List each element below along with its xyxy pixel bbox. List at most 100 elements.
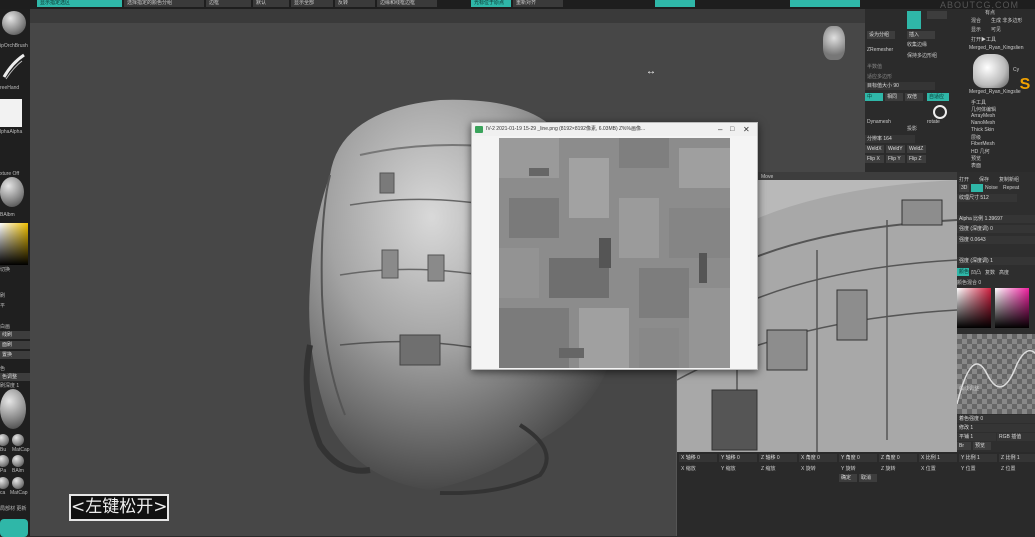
open-button[interactable]: 打开 [959,176,969,183]
menu-item[interactable]: 边缘和线框边框 [377,0,437,7]
chan-row[interactable]: 平铺 1 [957,433,996,441]
tool-menu-item[interactable]: NanoMesh [971,120,995,126]
menu-item[interactable]: 重新对齐 [513,0,563,7]
same-button[interactable]: 相同 [885,93,903,101]
transform-slider[interactable]: X 轴移 0 [679,454,717,462]
shelf-item[interactable]: 白画 [0,323,10,330]
insert-button[interactable]: 插入 [907,31,935,39]
zremesher-button[interactable]: ZRemesher [867,47,893,53]
tool-open-label[interactable]: 打开▶工具 [971,36,996,43]
tool-menu-item[interactable]: 几何体编辑 [971,106,996,113]
weld-x-button[interactable]: WeldX [865,145,884,153]
maximize-icon[interactable]: □ [730,123,734,136]
color-picker-2[interactable] [957,288,991,328]
resolution-slider[interactable]: 分辨率 164 [865,135,915,143]
matcap-sphere[interactable] [12,434,24,446]
tab-noise[interactable]: Noise [985,185,998,191]
menu-item[interactable] [655,0,695,7]
group-button[interactable]: 设为分组 [867,31,895,39]
menu-item[interactable]: 默认 [253,0,289,7]
shelf-item[interactable]: 置换 [0,351,30,359]
matcap-sphere[interactable] [12,455,24,467]
tool-menu-item[interactable]: 表面 [971,162,981,169]
menu-item[interactable] [790,0,860,7]
color-tab[interactable]: 颜色 [957,268,969,276]
transform-slider[interactable]: Z 轴移 0 [759,454,797,462]
target-slider[interactable]: 目标值大小 90 [865,82,935,90]
material-preview[interactable] [0,389,26,429]
alpha-thumbnail[interactable] [0,99,22,127]
menu-item[interactable]: 显示指定选区 [37,0,122,7]
project-button[interactable]: 投影 [907,125,917,132]
menu-item[interactable]: 光标位于原点 [471,0,511,7]
tool-menu-item[interactable]: 层级 [971,134,981,141]
weld-y-button[interactable]: WeldY [886,145,905,153]
double-button[interactable]: 双倍 [905,93,923,101]
matcap-sphere[interactable] [0,455,9,467]
alpha-scale-slider[interactable]: Alpha 比例 1.39697 [957,215,1035,223]
stroke-icon[interactable] [2,53,26,81]
shelf-item[interactable]: 色 [0,365,5,372]
matcap-sphere[interactable] [0,434,9,446]
ok-button[interactable]: 确定 [839,474,857,482]
transform-slider[interactable]: X 角度 0 [799,454,837,462]
shelf-item[interactable]: 线刷 [0,331,30,339]
tile-size-slider[interactable]: 纹理尺寸 512 [957,194,1017,202]
matcap-sphere[interactable] [0,477,9,489]
color-picker-3[interactable] [995,288,1029,328]
collect-edges-button[interactable]: 收集边缘 [907,41,927,48]
color-swatch[interactable] [0,519,28,537]
skull-icon[interactable] [823,26,845,60]
adaptive-button[interactable]: 自适应 [927,93,949,101]
transform-slider[interactable]: Y 比例 1 [959,454,997,462]
cancel-button[interactable]: 取消 [859,474,877,482]
minimize-icon[interactable]: – [718,123,722,136]
brush-thumbnail[interactable] [2,11,26,35]
shelf-item[interactable]: 面刷 [0,341,30,349]
close-icon[interactable]: ✕ [743,123,750,136]
shelf-item[interactable]: 色调整 [0,373,30,381]
rotate-icon[interactable] [933,105,947,119]
multi-tab[interactable]: 复数 [985,269,995,276]
chan-row[interactable]: 修改 1 [957,424,1035,432]
header-label[interactable]: 混合 [971,17,981,24]
chan-row[interactable]: Br [957,442,971,450]
tool-thumbnail[interactable] [973,54,1009,88]
transform-slider[interactable]: Z 角度 0 [879,454,917,462]
bump-tab[interactable]: 凹凸 [971,269,981,276]
transform-slider[interactable]: X 比例 1 [919,454,957,462]
shelf-item[interactable]: 刷 [0,292,5,299]
tool-menu-item[interactable]: FiberMesh [971,141,995,147]
flip-y-button[interactable]: Flip Y [886,155,905,163]
tab-intensity[interactable] [971,184,983,192]
save-button[interactable]: 保存 [979,176,989,183]
viewer-titlebar[interactable]: IV-2 2021-01-19 15-29 _line.png (8192×81… [472,123,757,136]
menu-item[interactable]: 边框 [206,0,251,7]
transform-slider[interactable]: Y 角度 0 [839,454,877,462]
chan-row[interactable]: 着色强度 0 [957,415,1035,423]
tool-menu-item[interactable]: 预览 [971,155,981,162]
transform-slider[interactable]: Y 轴移 0 [719,454,757,462]
color-picker[interactable] [0,223,28,265]
tool-menu-item[interactable]: ArrayMesh [971,113,995,119]
menu-item[interactable]: 选择指定的颜色分组 [124,0,204,7]
curve-editor[interactable] [956,334,1035,414]
flip-z-button[interactable]: Flip Z [907,155,926,163]
header-label[interactable]: 生成 非多边形 [991,17,1022,24]
weld-z-button[interactable]: WeldZ [907,145,926,153]
height-tab[interactable]: 高度 [999,269,1009,276]
menu-item[interactable]: 反转 [335,0,375,7]
header-label[interactable]: 显示 [971,26,981,33]
tool-menu-item[interactable]: 手工具 [971,99,986,106]
tool-button[interactable] [907,11,921,29]
tab-repeat[interactable]: Repeat [1003,185,1019,191]
flip-x-button[interactable]: Flip X [865,155,884,163]
chan-row[interactable]: RGB 插值 [997,433,1035,441]
strength-slider[interactable]: 强度 0.0643 [957,236,1035,244]
shelf-item[interactable]: 平 [0,302,5,309]
tool-button[interactable] [927,11,947,19]
matcap-sphere[interactable] [12,477,24,489]
chan-row[interactable]: 预览 [973,442,991,450]
strength-slider[interactable]: 强度 (深度调) 0 [957,225,1035,233]
menu-item[interactable]: 显示全部 [291,0,333,7]
